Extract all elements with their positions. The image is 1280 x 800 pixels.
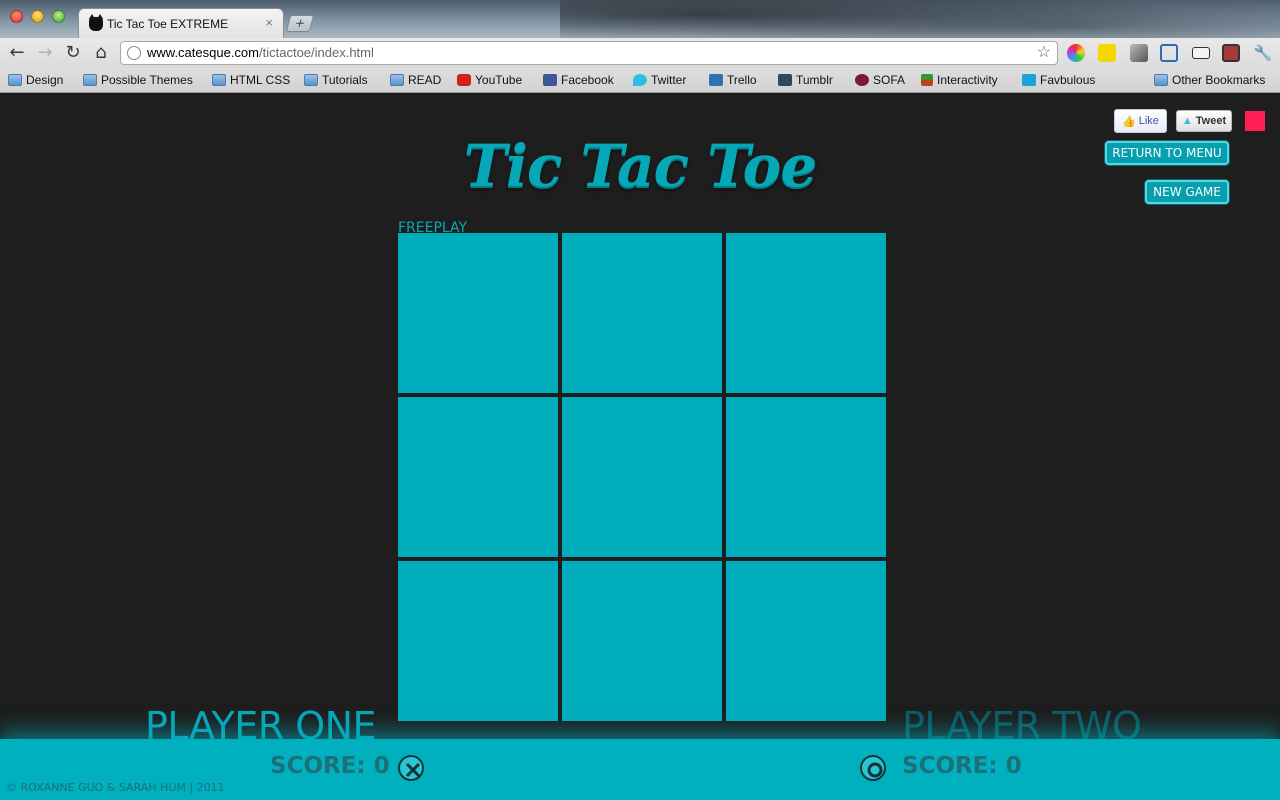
- game-title: Tic Tac Toe: [463, 132, 818, 200]
- sticky-note-extension-icon[interactable]: [1098, 44, 1116, 62]
- folder-icon: [8, 74, 22, 86]
- board-cell-9[interactable]: [726, 561, 886, 721]
- board-cell-3[interactable]: [726, 233, 886, 393]
- globe-icon: [127, 46, 141, 60]
- youtube-icon: [457, 74, 471, 86]
- close-window-button[interactable]: [10, 10, 23, 23]
- folder-icon: [304, 74, 318, 86]
- bookmark-twitter[interactable]: Twitter: [633, 73, 686, 87]
- facebook-like-button[interactable]: 👍 Like: [1114, 109, 1167, 133]
- forward-arrow-icon[interactable]: →: [34, 42, 56, 64]
- cat-favicon-icon: [89, 13, 103, 31]
- back-arrow-icon[interactable]: ←: [6, 42, 28, 64]
- pen-extension-icon[interactable]: [1130, 44, 1148, 62]
- favbulous-icon: [1022, 74, 1036, 86]
- bookmark-sofa[interactable]: SOFA: [855, 73, 905, 87]
- game-page: Tic Tac Toe 👍 Like ▲ Tweet RETURN TO MEN…: [0, 94, 1280, 800]
- bookmark-tumblr[interactable]: Tumblr: [778, 73, 833, 87]
- bookmark-other-bookmarks[interactable]: Other Bookmarks: [1154, 73, 1265, 87]
- bookmark-youtube[interactable]: YouTube: [457, 73, 522, 87]
- zoom-window-button[interactable]: [52, 10, 65, 23]
- url-host: www.catesque.com: [147, 45, 259, 60]
- minimize-window-button[interactable]: [31, 10, 44, 23]
- tab-title: Tic Tac Toe EXTREME: [107, 16, 229, 31]
- tab-close-icon[interactable]: ×: [265, 15, 273, 30]
- url-path: /tictactoe/index.html: [259, 45, 374, 60]
- twitter-bird-icon: ▲: [1181, 115, 1193, 127]
- tumblr-icon: [778, 74, 792, 86]
- board-cell-8[interactable]: [562, 561, 722, 721]
- bookmark-tutorials[interactable]: Tutorials: [304, 73, 368, 87]
- bookmark-star-icon[interactable]: ☆: [1037, 42, 1051, 64]
- board-cell-2[interactable]: [562, 233, 722, 393]
- sofa-icon: [855, 74, 869, 86]
- trello-icon: [709, 74, 723, 86]
- new-tab-button[interactable]: +: [285, 15, 315, 32]
- bookmark-facebook[interactable]: Facebook: [543, 73, 614, 87]
- address-bar[interactable]: www.catesque.com/tictactoe/index.html ☆: [120, 41, 1058, 65]
- game-board: [398, 233, 886, 721]
- bookmark-interactivity[interactable]: Interactivity: [921, 73, 998, 87]
- screenshot-extension-icon[interactable]: [1160, 44, 1178, 62]
- x-icon: [398, 755, 424, 781]
- score-bar: SCORE: 0 SCORE: 0 © ROXANNE GUO & SARAH …: [0, 739, 1280, 800]
- twitter-bird-icon: [633, 74, 647, 86]
- reload-icon[interactable]: ↻: [62, 42, 84, 64]
- bookmark-possible-themes[interactable]: Possible Themes: [83, 73, 193, 87]
- bookmarks-bar: Design Possible Themes HTML CSS Tutorial…: [0, 68, 1280, 93]
- player-one-score: SCORE: 0: [270, 753, 390, 779]
- return-to-menu-button[interactable]: RETURN TO MENU: [1105, 141, 1229, 165]
- color-picker-extension-icon[interactable]: [1067, 44, 1085, 62]
- bookmark-read[interactable]: READ: [390, 73, 441, 87]
- new-game-button[interactable]: NEW GAME: [1145, 180, 1229, 204]
- credits: © ROXANNE GUO & SARAH HUM | 2011: [6, 781, 225, 794]
- folder-icon: [390, 74, 404, 86]
- plant-icon: [921, 74, 933, 86]
- board-cell-4[interactable]: [398, 397, 558, 557]
- bookmark-trello[interactable]: Trello: [709, 73, 757, 87]
- folder-icon: [1154, 74, 1168, 86]
- thumbs-up-icon: 👍: [1122, 115, 1136, 128]
- bookmark-design[interactable]: Design: [8, 73, 63, 87]
- ruler-extension-icon[interactable]: [1192, 47, 1210, 59]
- board-cell-5[interactable]: [562, 397, 722, 557]
- player-two-score: SCORE: 0: [902, 753, 1022, 779]
- wrench-icon[interactable]: 🔧: [1252, 42, 1274, 64]
- folder-icon: [83, 74, 97, 86]
- folder-icon: [212, 74, 226, 86]
- browser-toolbar: ← → ↻ ⌂ www.catesque.com/tictactoe/index…: [0, 38, 1280, 68]
- browser-titlebar: Tic Tac Toe EXTREME × +: [0, 0, 1280, 38]
- pink-square-button[interactable]: [1245, 111, 1265, 131]
- board-cell-7[interactable]: [398, 561, 558, 721]
- bookmark-html-css[interactable]: HTML CSS: [212, 73, 290, 87]
- s-extension-icon[interactable]: [1222, 44, 1240, 62]
- board-cell-6[interactable]: [726, 397, 886, 557]
- home-icon[interactable]: ⌂: [90, 42, 112, 64]
- facebook-icon: [543, 74, 557, 86]
- browser-tab[interactable]: Tic Tac Toe EXTREME ×: [78, 8, 284, 38]
- bookmark-favbulous[interactable]: Favbulous: [1022, 73, 1095, 87]
- tweet-button[interactable]: ▲ Tweet: [1176, 110, 1232, 132]
- board-cell-1[interactable]: [398, 233, 558, 393]
- o-icon: [860, 755, 886, 781]
- titlebar-background-art: [560, 0, 1280, 38]
